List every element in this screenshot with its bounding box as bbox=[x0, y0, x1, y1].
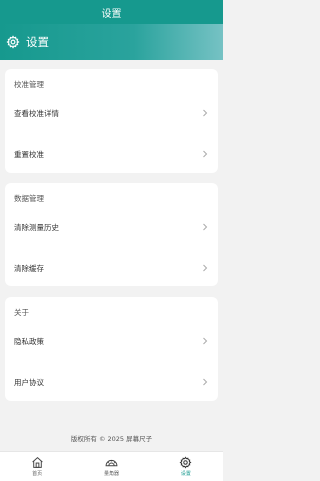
item-label: 用户协议 bbox=[14, 377, 44, 387]
clear-history-item[interactable]: 清除测量历史 bbox=[5, 212, 218, 242]
reset-calibration-item[interactable]: 重置校准 bbox=[5, 139, 218, 169]
protractor-icon bbox=[105, 459, 118, 467]
chevron-right-icon bbox=[203, 223, 208, 231]
tab-bar: 首页 量角器 设置 bbox=[0, 451, 223, 481]
status-bar-title: 设置 bbox=[101, 8, 122, 20]
calibration-section: 校准管理 查看校准详情 重置校准 bbox=[5, 69, 218, 173]
gear-icon bbox=[6, 35, 20, 49]
section-title: 校准管理 bbox=[14, 80, 44, 89]
chevron-right-icon bbox=[203, 150, 208, 158]
page-header: 设置 bbox=[0, 24, 223, 60]
chevron-right-icon bbox=[203, 109, 208, 117]
gear-icon bbox=[179, 456, 192, 469]
copyright-text: 版权所有 © 2025 屏幕尺子 bbox=[70, 435, 153, 443]
tab-label: 设置 bbox=[180, 471, 191, 477]
item-label: 隐私政策 bbox=[14, 336, 44, 346]
tab-label: 量角器 bbox=[103, 471, 119, 477]
item-label: 重置校准 bbox=[14, 149, 44, 159]
data-management-section: 数据管理 清除测量历史 清除缓存 bbox=[5, 183, 218, 286]
view-calibration-details-item[interactable]: 查看校准详情 bbox=[5, 98, 218, 128]
privacy-policy-item[interactable]: 隐私政策 bbox=[5, 326, 218, 356]
status-bar: 设置 bbox=[0, 0, 223, 24]
tab-label: 首页 bbox=[32, 471, 43, 477]
section-title: 数据管理 bbox=[14, 194, 44, 203]
tab-settings[interactable]: 设置 bbox=[149, 452, 223, 481]
about-section: 关于 隐私政策 用户协议 bbox=[5, 297, 218, 401]
tab-home[interactable]: 首页 bbox=[0, 452, 74, 481]
page-title: 设置 bbox=[26, 35, 49, 49]
chevron-right-icon bbox=[203, 264, 208, 272]
section-title: 关于 bbox=[14, 308, 29, 317]
home-icon bbox=[31, 456, 43, 468]
chevron-right-icon bbox=[203, 337, 208, 345]
item-label: 清除测量历史 bbox=[14, 222, 59, 232]
chevron-right-icon bbox=[203, 378, 208, 386]
clear-cache-item[interactable]: 清除缓存 bbox=[5, 253, 218, 283]
item-label: 查看校准详情 bbox=[14, 108, 59, 118]
item-label: 清除缓存 bbox=[14, 263, 44, 273]
tab-protractor[interactable]: 量角器 bbox=[74, 452, 148, 481]
user-agreement-item[interactable]: 用户协议 bbox=[5, 367, 218, 397]
